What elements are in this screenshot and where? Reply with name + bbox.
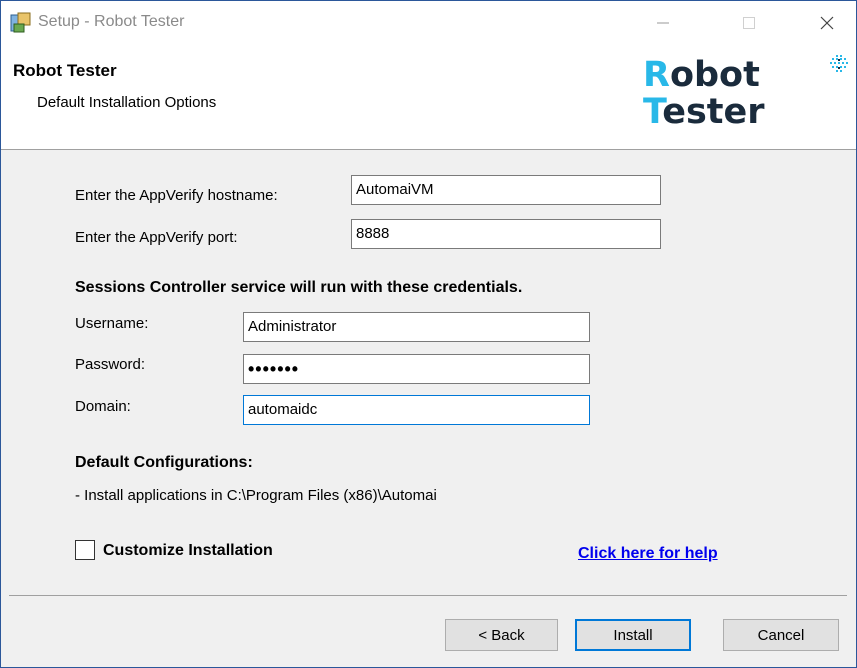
back-button[interactable]: < Back <box>445 619 558 651</box>
domain-input[interactable]: automaidc <box>243 395 590 425</box>
password-input[interactable]: ••••••• <box>243 354 590 384</box>
appverify-port-input[interactable]: 8888 <box>351 219 661 249</box>
cancel-button[interactable]: Cancel <box>723 619 839 651</box>
username-label: Username: <box>75 315 149 332</box>
password-label: Password: <box>75 356 146 373</box>
maximize-button[interactable] <box>727 7 771 39</box>
page-subtitle: Default Installation Options <box>37 94 217 111</box>
close-button[interactable] <box>805 7 849 39</box>
wizard-header: Robot Tester Default Installation Option… <box>1 45 856 150</box>
appverify-hostname-label: Enter the AppVerify hostname: <box>75 187 278 204</box>
close-icon <box>820 16 834 30</box>
customize-installation-checkbox[interactable] <box>75 540 95 560</box>
credentials-heading: Sessions Controller service will run wit… <box>75 279 523 296</box>
appverify-port-label: Enter the AppVerify port: <box>75 229 238 246</box>
window-title: Setup - Robot Tester <box>38 13 185 30</box>
minimize-button[interactable] <box>641 7 685 39</box>
footer-divider <box>9 595 847 596</box>
setup-window: Setup - Robot Tester Robot Tester Defaul… <box>0 0 857 668</box>
minimize-icon <box>657 22 669 24</box>
maximize-icon <box>743 17 755 29</box>
help-link[interactable]: Click here for help <box>578 545 718 563</box>
default-configurations-heading: Default Configurations: <box>75 454 253 471</box>
customize-installation-label[interactable]: Customize Installation <box>103 542 273 560</box>
logo-dots-icon <box>830 55 848 72</box>
install-path-text: - Install applications in C:\Program Fil… <box>75 487 437 504</box>
robot-tester-logo: Robot Tester <box>643 55 765 132</box>
title-bar[interactable]: Setup - Robot Tester <box>1 1 856 45</box>
page-title: Robot Tester <box>13 61 117 80</box>
username-input[interactable]: Administrator <box>243 312 590 342</box>
install-button[interactable]: Install <box>575 619 691 651</box>
setup-app-icon <box>10 12 32 34</box>
appverify-hostname-input[interactable]: AutomaiVM <box>351 175 661 205</box>
domain-label: Domain: <box>75 398 131 415</box>
